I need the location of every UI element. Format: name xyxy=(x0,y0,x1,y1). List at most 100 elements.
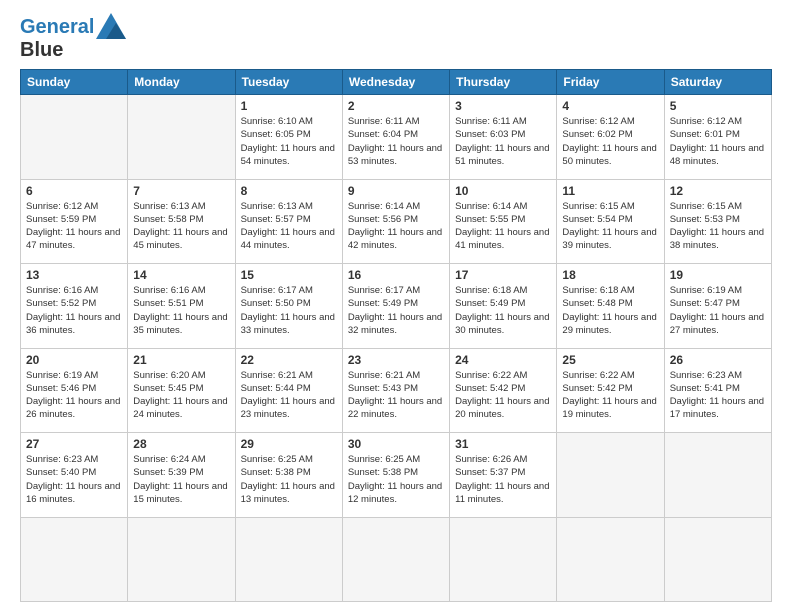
day-info: Sunrise: 6:20 AMSunset: 5:45 PMDaylight:… xyxy=(133,369,229,422)
day-number: 20 xyxy=(26,353,122,367)
header: General Blue xyxy=(20,15,772,61)
calendar-day-cell: 30Sunrise: 6:25 AMSunset: 5:38 PMDayligh… xyxy=(342,433,449,518)
calendar-day-cell: 22Sunrise: 6:21 AMSunset: 5:44 PMDayligh… xyxy=(235,348,342,433)
calendar-day-cell xyxy=(664,433,771,518)
calendar-day-cell: 14 Sunrise: 6:16 AMSunset: 5:51 PMDayligh… xyxy=(128,264,235,349)
weekday-header-sunday: Sunday xyxy=(21,70,128,95)
day-number: 17 xyxy=(455,268,551,282)
day-info: Sunrise: 6:12 AMSunset: 6:02 PMDaylight:… xyxy=(562,115,658,168)
calendar-day-cell xyxy=(664,517,771,602)
day-info: Sunrise: 6:17 AMSunset: 5:50 PMDaylight:… xyxy=(241,284,337,337)
day-number: 26 xyxy=(670,353,766,367)
day-number: 24 xyxy=(455,353,551,367)
day-info: Sunrise: 6:13 AMSunset: 5:58 PMDaylight:… xyxy=(133,200,229,253)
calendar-day-cell: 23 Sunrise: 6:21 AMSunset: 5:43 PMDayligh… xyxy=(342,348,449,433)
day-info: Sunrise: 6:14 AMSunset: 5:56 PMDaylight:… xyxy=(348,200,444,253)
calendar-day-cell: 8 Sunrise: 6:13 AMSunset: 5:57 PMDaylight… xyxy=(235,179,342,264)
day-number: 13 xyxy=(26,268,122,282)
calendar-day-cell: 29 Sunrise: 6:25 AMSunset: 5:38 PMDayligh… xyxy=(235,433,342,518)
calendar-day-cell: 5Sunrise: 6:12 AMSunset: 6:01 PMDaylight… xyxy=(664,95,771,180)
calendar-week-row: 27 Sunrise: 6:23 AMSunset: 5:40 PMDayligh… xyxy=(21,433,772,518)
day-info: Sunrise: 6:18 AMSunset: 5:49 PMDaylight:… xyxy=(455,284,551,337)
calendar-day-cell: 6Sunrise: 6:12 AMSunset: 5:59 PMDaylight… xyxy=(21,179,128,264)
calendar-day-cell: 9Sunrise: 6:14 AMSunset: 5:56 PMDaylight… xyxy=(342,179,449,264)
day-number: 23 xyxy=(348,353,444,367)
day-number: 14 xyxy=(133,268,229,282)
day-info: Sunrise: 6:13 AMSunset: 5:57 PMDaylight:… xyxy=(241,200,337,253)
calendar-day-cell: 4 Sunrise: 6:12 AMSunset: 6:02 PMDaylight… xyxy=(557,95,664,180)
day-number: 28 xyxy=(133,437,229,451)
day-info: Sunrise: 6:15 AMSunset: 5:53 PMDaylight:… xyxy=(670,200,766,253)
calendar-day-cell: 11Sunrise: 6:15 AMSunset: 5:54 PMDayligh… xyxy=(557,179,664,264)
day-info: Sunrise: 6:19 AMSunset: 5:47 PMDaylight:… xyxy=(670,284,766,337)
day-info: Sunrise: 6:25 AMSunset: 5:38 PMDaylight:… xyxy=(241,453,337,506)
day-info: Sunrise: 6:25 AMSunset: 5:38 PMDaylight:… xyxy=(348,453,444,506)
weekday-header-thursday: Thursday xyxy=(450,70,557,95)
day-number: 15 xyxy=(241,268,337,282)
day-number: 1 xyxy=(241,99,337,113)
calendar-day-cell xyxy=(21,95,128,180)
day-number: 27 xyxy=(26,437,122,451)
calendar-day-cell: 18Sunrise: 6:18 AMSunset: 5:48 PMDayligh… xyxy=(557,264,664,349)
day-info: Sunrise: 6:23 AMSunset: 5:40 PMDaylight:… xyxy=(26,453,122,506)
day-info: Sunrise: 6:22 AMSunset: 5:42 PMDaylight:… xyxy=(455,369,551,422)
calendar-header-row: SundayMondayTuesdayWednesdayThursdayFrid… xyxy=(21,70,772,95)
calendar-day-cell: 25Sunrise: 6:22 AMSunset: 5:42 PMDayligh… xyxy=(557,348,664,433)
day-info: Sunrise: 6:10 AMSunset: 6:05 PMDaylight:… xyxy=(241,115,337,168)
calendar-day-cell: 26Sunrise: 6:23 AMSunset: 5:41 PMDayligh… xyxy=(664,348,771,433)
day-number: 21 xyxy=(133,353,229,367)
day-info: Sunrise: 6:24 AMSunset: 5:39 PMDaylight:… xyxy=(133,453,229,506)
calendar-week-row xyxy=(21,517,772,602)
weekday-header-tuesday: Tuesday xyxy=(235,70,342,95)
day-info: Sunrise: 6:17 AMSunset: 5:49 PMDaylight:… xyxy=(348,284,444,337)
calendar-day-cell xyxy=(128,517,235,602)
calendar-day-cell: 27 Sunrise: 6:23 AMSunset: 5:40 PMDayligh… xyxy=(21,433,128,518)
logo-icon xyxy=(96,13,126,39)
calendar-day-cell: 12Sunrise: 6:15 AMSunset: 5:53 PMDayligh… xyxy=(664,179,771,264)
calendar-table: SundayMondayTuesdayWednesdayThursdayFrid… xyxy=(20,69,772,602)
day-info: Sunrise: 6:12 AMSunset: 6:01 PMDaylight:… xyxy=(670,115,766,168)
calendar-day-cell: 24 Sunrise: 6:22 AMSunset: 5:42 PMDayligh… xyxy=(450,348,557,433)
day-info: Sunrise: 6:16 AMSunset: 5:51 PMDaylight:… xyxy=(133,284,229,337)
weekday-header-friday: Friday xyxy=(557,70,664,95)
calendar-day-cell: 7Sunrise: 6:13 AMSunset: 5:58 PMDaylight… xyxy=(128,179,235,264)
calendar-day-cell: 1 Sunrise: 6:10 AMSunset: 6:05 PMDaylight… xyxy=(235,95,342,180)
day-number: 2 xyxy=(348,99,444,113)
calendar-day-cell: 15 Sunrise: 6:17 AMSunset: 5:50 PMDayligh… xyxy=(235,264,342,349)
calendar-day-cell: 2 Sunrise: 6:11 AMSunset: 6:04 PMDaylight… xyxy=(342,95,449,180)
calendar-day-cell: 17 Sunrise: 6:18 AMSunset: 5:49 PMDayligh… xyxy=(450,264,557,349)
day-number: 31 xyxy=(455,437,551,451)
day-info: Sunrise: 6:11 AMSunset: 6:04 PMDaylight:… xyxy=(348,115,444,168)
calendar-week-row: 13 Sunrise: 6:16 AMSunset: 5:52 PMDayligh… xyxy=(21,264,772,349)
calendar-week-row: 1 Sunrise: 6:10 AMSunset: 6:05 PMDaylight… xyxy=(21,95,772,180)
day-info: Sunrise: 6:26 AMSunset: 5:37 PMDaylight:… xyxy=(455,453,551,506)
day-info: Sunrise: 6:12 AMSunset: 5:59 PMDaylight:… xyxy=(26,200,122,253)
day-number: 18 xyxy=(562,268,658,282)
day-number: 8 xyxy=(241,184,337,198)
day-number: 3 xyxy=(455,99,551,113)
day-number: 16 xyxy=(348,268,444,282)
calendar-day-cell xyxy=(342,517,449,602)
logo-blue: Blue xyxy=(20,39,126,61)
day-info: Sunrise: 6:21 AMSunset: 5:43 PMDaylight:… xyxy=(348,369,444,422)
calendar-day-cell: 21 Sunrise: 6:20 AMSunset: 5:45 PMDayligh… xyxy=(128,348,235,433)
calendar-day-cell: 31 Sunrise: 6:26 AMSunset: 5:37 PMDayligh… xyxy=(450,433,557,518)
calendar-day-cell: 3 Sunrise: 6:11 AMSunset: 6:03 PMDaylight… xyxy=(450,95,557,180)
day-number: 29 xyxy=(241,437,337,451)
day-info: Sunrise: 6:14 AMSunset: 5:55 PMDaylight:… xyxy=(455,200,551,253)
weekday-header-monday: Monday xyxy=(128,70,235,95)
logo-general: General xyxy=(20,16,94,38)
day-number: 22 xyxy=(241,353,337,367)
day-info: Sunrise: 6:16 AMSunset: 5:52 PMDaylight:… xyxy=(26,284,122,337)
day-number: 4 xyxy=(562,99,658,113)
calendar-day-cell xyxy=(235,517,342,602)
day-info: Sunrise: 6:11 AMSunset: 6:03 PMDaylight:… xyxy=(455,115,551,168)
weekday-header-saturday: Saturday xyxy=(664,70,771,95)
logo: General Blue xyxy=(20,15,126,61)
day-number: 19 xyxy=(670,268,766,282)
calendar-day-cell: 28 Sunrise: 6:24 AMSunset: 5:39 PMDayligh… xyxy=(128,433,235,518)
logo-text: General xyxy=(20,16,94,38)
calendar-day-cell xyxy=(21,517,128,602)
weekday-header-wednesday: Wednesday xyxy=(342,70,449,95)
calendar-day-cell xyxy=(557,433,664,518)
